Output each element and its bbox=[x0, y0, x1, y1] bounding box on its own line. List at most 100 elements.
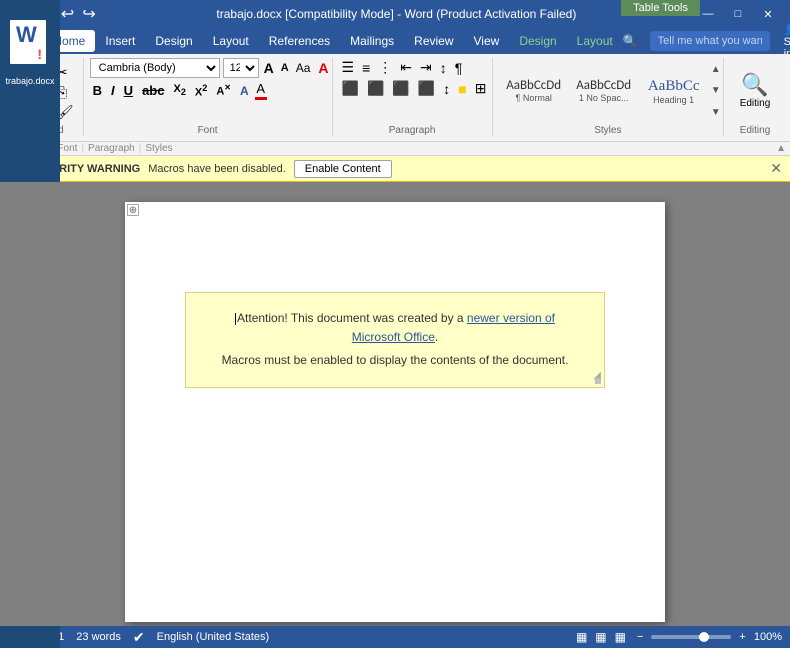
menu-insert[interactable]: Insert bbox=[95, 30, 145, 52]
style-heading1-label: Heading 1 bbox=[653, 95, 694, 105]
web-layout-button[interactable]: ▦ bbox=[592, 630, 609, 644]
zoom-plus[interactable]: + bbox=[739, 631, 745, 643]
multilevel-button[interactable]: ⋮ bbox=[375, 58, 395, 77]
menu-layout[interactable]: Layout bbox=[203, 30, 259, 52]
word-count: 23 words bbox=[76, 631, 121, 643]
menu-view[interactable]: View bbox=[464, 30, 510, 52]
subscript-button[interactable]: X2 bbox=[170, 82, 188, 98]
menu-design2[interactable]: Design bbox=[509, 30, 566, 52]
font-size-select[interactable]: 12 bbox=[223, 58, 259, 78]
zoom-slider[interactable] bbox=[651, 635, 731, 639]
print-layout-button[interactable]: ▦ bbox=[573, 630, 590, 644]
clear-format-button[interactable]: A✕ bbox=[213, 82, 234, 99]
text-cursor bbox=[235, 313, 236, 325]
content-area: trabajo.docx isk4.com ⊕ Attention! This … bbox=[0, 182, 790, 626]
styles-group: AaBbCcDd ¶ Normal AaBbCcDd 1 No Spac... … bbox=[495, 58, 724, 136]
justify-button[interactable]: ⬛ bbox=[415, 79, 438, 98]
ribbon-bottom: Clipboard | Font | Paragraph | Styles ▲ bbox=[0, 142, 790, 156]
para-row-1: ☰ ≡ ⋮ ⇤ ⇥ ↕ ¶ bbox=[339, 58, 466, 77]
status-bar: Page 1 of 1 23 words ✔ English (United S… bbox=[0, 626, 790, 648]
zoom-thumb[interactable] bbox=[699, 632, 709, 642]
underline-button[interactable]: U bbox=[121, 82, 136, 99]
document-area: isk4.com ⊕ Attention! This document was … bbox=[0, 182, 790, 626]
superscript-button[interactable]: X2 bbox=[192, 82, 210, 100]
line-spacing-button[interactable]: ↕ bbox=[440, 80, 453, 98]
zoom-level[interactable]: 100% bbox=[754, 631, 782, 643]
align-center-button[interactable]: ⬛ bbox=[364, 79, 387, 98]
decrease-indent-button[interactable]: ⇤ bbox=[397, 58, 415, 77]
menu-layout2[interactable]: Layout bbox=[567, 30, 623, 52]
notice-line1: Attention! This document was created by … bbox=[216, 309, 574, 347]
ribbon-wrapper: 📋 Paste ✂ ⎘ 🖌 Clipboard Cambria bbox=[0, 54, 790, 156]
align-left-button[interactable]: ⬛ bbox=[339, 79, 362, 98]
security-close-button[interactable]: ✕ bbox=[770, 160, 782, 177]
increase-indent-button[interactable]: ⇥ bbox=[417, 58, 435, 77]
style-no-space-label: 1 No Spac... bbox=[579, 93, 629, 103]
font-row-2: B I U abc X2 X2 A✕ A A bbox=[90, 81, 267, 100]
show-marks-button[interactable]: ¶ bbox=[452, 59, 466, 77]
style-heading1[interactable]: AaBbCc Heading 1 bbox=[640, 62, 708, 120]
enable-content-button[interactable]: Enable Content bbox=[294, 160, 392, 178]
style-no-space[interactable]: AaBbCcDd 1 No Spac... bbox=[570, 62, 638, 120]
language[interactable]: English (United States) bbox=[157, 631, 270, 643]
notice-post: . bbox=[435, 330, 438, 344]
style-normal-label: ¶ Normal bbox=[516, 93, 552, 103]
change-case-button[interactable]: Aa bbox=[294, 60, 313, 76]
styles-scroll-buttons: ▲ ▼ ▼ bbox=[709, 62, 723, 120]
ribbon: 📋 Paste ✂ ⎘ 🖌 Clipboard Cambria bbox=[0, 54, 790, 142]
font-color-button[interactable]: A bbox=[255, 81, 267, 100]
menu-bar: File Home Insert Design Layout Reference… bbox=[0, 28, 790, 54]
shading-button[interactable]: ■ bbox=[455, 80, 469, 98]
editing-group: 🔍 Editing Editing bbox=[726, 58, 786, 136]
style-normal[interactable]: AaBbCcDd ¶ Normal bbox=[500, 62, 568, 120]
font-grow-button[interactable]: A bbox=[262, 59, 276, 77]
editing-group-label: Editing bbox=[730, 123, 780, 136]
menu-references[interactable]: References bbox=[259, 30, 340, 52]
resize-icon[interactable]: ◢ bbox=[593, 368, 601, 384]
sort-button[interactable]: ↕ bbox=[437, 59, 450, 77]
expand-handle[interactable]: ⊕ bbox=[127, 204, 139, 216]
menu-design[interactable]: Design bbox=[145, 30, 202, 52]
styles-scroll-down[interactable]: ▼ bbox=[711, 85, 721, 96]
font-content: Cambria (Body) 12 A A Aa A B I U bbox=[90, 58, 332, 123]
styles-label: Styles bbox=[499, 123, 717, 136]
font-shrink-button[interactable]: A bbox=[279, 61, 291, 75]
table-tools-label: Table Tools bbox=[621, 0, 700, 16]
ribbon-collapse-button[interactable]: ▲ bbox=[776, 143, 786, 154]
document-content[interactable]: Attention! This document was created by … bbox=[145, 222, 645, 418]
undo-button[interactable]: ↩ bbox=[58, 4, 77, 24]
editing-button[interactable]: 🔍 Editing bbox=[730, 62, 780, 120]
title-bar-title: trabajo.docx [Compatibility Mode] - Word… bbox=[99, 7, 694, 21]
styles-tab-label: Styles bbox=[145, 143, 172, 154]
italic-button[interactable]: I bbox=[108, 82, 118, 99]
read-mode-button[interactable]: ▦ bbox=[612, 630, 629, 644]
view-buttons: ▦ ▦ ▦ bbox=[573, 630, 629, 644]
styles-more[interactable]: ▼ bbox=[711, 107, 721, 118]
strikethrough-button[interactable]: abc bbox=[139, 82, 167, 99]
document-page: ⊕ Attention! This document was created b… bbox=[125, 202, 665, 622]
notice-box: Attention! This document was created by … bbox=[185, 292, 605, 388]
font-name-select[interactable]: Cambria (Body) bbox=[90, 58, 220, 78]
redo-button[interactable]: ↪ bbox=[79, 4, 98, 24]
borders-button[interactable]: ⊞ bbox=[472, 79, 490, 98]
status-right: ▦ ▦ ▦ − + 100% bbox=[573, 630, 782, 644]
zoom-minus[interactable]: − bbox=[637, 631, 643, 643]
highlight-color-button[interactable]: A bbox=[315, 59, 331, 77]
menu-mailings[interactable]: Mailings bbox=[340, 30, 404, 52]
paragraph-label: Paragraph bbox=[339, 123, 486, 136]
spell-check-icon[interactable]: ✔ bbox=[133, 629, 145, 646]
text-effects-button[interactable]: A bbox=[237, 83, 252, 99]
tell-me-input[interactable] bbox=[650, 31, 770, 51]
align-right-button[interactable]: ⬛ bbox=[389, 79, 412, 98]
bullets-button[interactable]: ☰ bbox=[339, 58, 358, 77]
styles-scroll-up[interactable]: ▲ bbox=[711, 64, 721, 75]
font-label: Font bbox=[90, 123, 326, 136]
style-normal-preview: AaBbCcDd bbox=[506, 78, 561, 94]
font-tab-label: Font bbox=[57, 143, 77, 154]
main-window: W 💾 ↩ ↪ trabajo.docx [Compatibility Mode… bbox=[0, 0, 790, 648]
style-heading1-preview: AaBbCc bbox=[648, 77, 700, 95]
undo-redo-group: ↩ ↪ bbox=[58, 4, 99, 24]
bold-button[interactable]: B bbox=[90, 82, 105, 99]
numbering-button[interactable]: ≡ bbox=[359, 59, 373, 77]
menu-review[interactable]: Review bbox=[404, 30, 463, 52]
